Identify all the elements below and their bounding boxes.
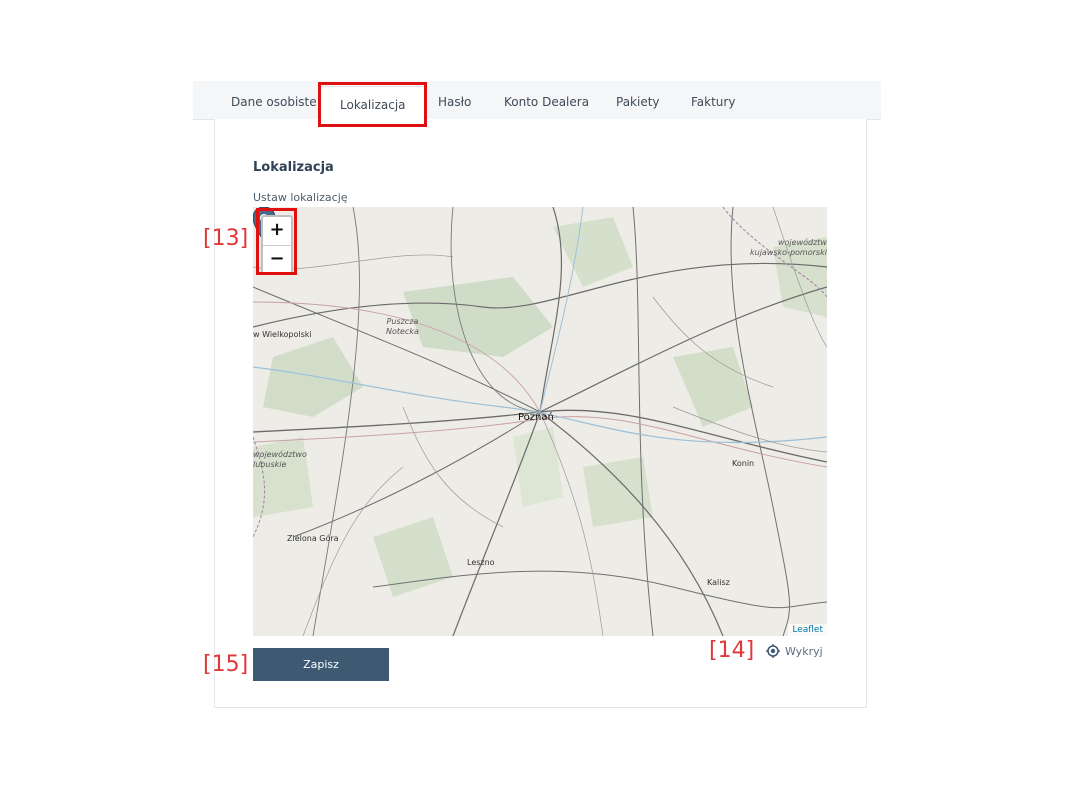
- tab-pakiety[interactable]: Pakiety: [616, 81, 660, 119]
- annotation-tag-14: [14]: [709, 638, 755, 663]
- map-label-poznan: Poznań: [518, 412, 554, 423]
- map-label-wielkopolski: w Wielkopolski: [253, 330, 312, 339]
- map-attribution-link[interactable]: Leaflet: [788, 624, 827, 636]
- highlight-tab-lokalizacja: [318, 82, 427, 127]
- tab-faktury[interactable]: Faktury: [691, 81, 735, 119]
- tab-dane-osobiste[interactable]: Dane osobiste: [231, 81, 317, 119]
- locate-icon: [766, 644, 780, 658]
- map-label-kalisz: Kalisz: [707, 578, 730, 587]
- location-map[interactable]: województwo kujawsko-pomorskie w Wielkopo…: [253, 207, 827, 636]
- section-title: Lokalizacja: [253, 160, 334, 175]
- annotation-tag-13: [13]: [203, 226, 249, 251]
- tab-konto-dealera[interactable]: Konto Dealera: [504, 81, 589, 119]
- tab-haslo[interactable]: Hasło: [438, 81, 471, 119]
- detect-label: Wykryj: [785, 644, 823, 658]
- location-field-label: Ustaw lokalizację: [253, 191, 348, 204]
- annotation-tag-15: [15]: [203, 652, 249, 677]
- save-button[interactable]: Zapisz: [253, 648, 389, 681]
- map-label-leszno: Leszno: [467, 558, 495, 567]
- detect-location-button[interactable]: Wykryj: [766, 642, 823, 660]
- highlight-zoom-control: [256, 208, 297, 275]
- map-label-woj-kp: województwo kujawsko-pomorskie: [750, 238, 827, 257]
- map-label-puszcza: Puszcza Notecka: [386, 317, 419, 336]
- map-label-konin: Konin: [732, 459, 755, 468]
- map-label-zielona-gora: Zielona Góra: [287, 534, 339, 543]
- tab-bar: Dane osobiste Lokalizacja Hasło Konto De…: [193, 81, 881, 123]
- map-label-woj-lub: województwo lubuskie: [253, 450, 307, 469]
